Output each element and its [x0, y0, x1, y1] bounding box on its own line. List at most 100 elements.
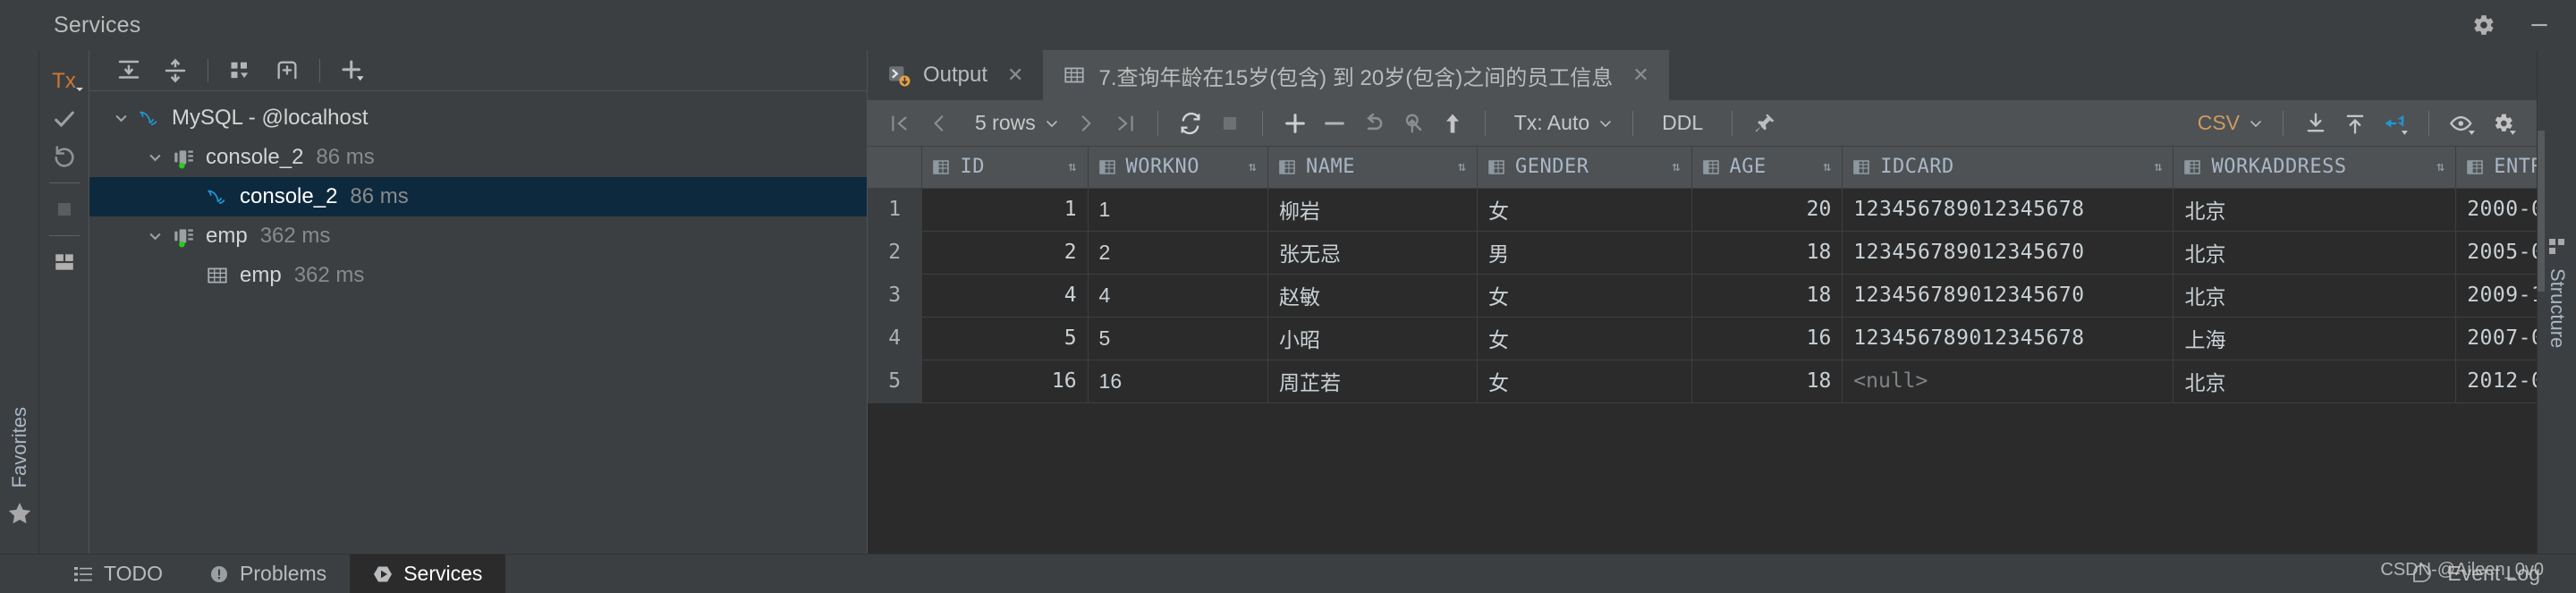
tx-dropdown-button[interactable]: Tx — [43, 63, 86, 100]
eye-icon[interactable] — [2442, 104, 2483, 143]
sort-arrows-icon[interactable]: ⇅ — [2154, 160, 2162, 174]
upload-arrow-icon[interactable] — [1433, 104, 1472, 143]
cell-age[interactable]: 18 — [1691, 360, 1843, 403]
column-header-gender[interactable]: GENDER ⇅ — [1477, 147, 1692, 189]
cell-workaddress[interactable]: 北京 — [2173, 360, 2457, 403]
column-header-workaddress[interactable]: WORKADDRESS ⇅ — [2173, 147, 2457, 189]
cell-entrydate[interactable]: 2000-01-01 — [2455, 188, 2537, 232]
layout-button[interactable] — [43, 243, 86, 281]
table-row[interactable]: 4 5 5 小昭 女 16 123456789012345678 上海 2007… — [868, 317, 2537, 360]
rollback-button[interactable] — [43, 138, 86, 175]
tree-item-emp-group[interactable]: emp 362 ms — [89, 216, 867, 256]
cell-id[interactable]: 16 — [921, 360, 1089, 403]
cell-workno[interactable]: 2 — [1088, 231, 1268, 275]
download-to-line-icon[interactable] — [2296, 104, 2335, 143]
cell-id[interactable]: 1 — [921, 188, 1089, 232]
cell-age[interactable]: 16 — [1691, 317, 1843, 360]
status-item-problems[interactable]: Problems — [186, 555, 350, 593]
cell-idcard[interactable]: 123456789012345678 — [1842, 188, 2174, 232]
cell-workno[interactable]: 1 — [1088, 188, 1268, 232]
cell-idcard[interactable]: 123456789012345678 — [1842, 317, 2174, 360]
sidebar-item-favorites[interactable]: Favorites — [0, 407, 39, 527]
cell-gender[interactable]: 女 — [1477, 360, 1692, 403]
cell-idcard[interactable]: 123456789012345670 — [1842, 274, 2174, 318]
tree-item-emp-result[interactable]: emp 362 ms — [89, 256, 867, 295]
gear-icon[interactable] — [2472, 13, 2496, 37]
column-header-id[interactable]: ID ⇅ — [921, 147, 1089, 189]
cell-workno[interactable]: 4 — [1088, 274, 1268, 318]
cell-entrydate[interactable]: 2007-07-01 — [2455, 317, 2537, 360]
result-grid-wrapper[interactable]: ID ⇅ WORKNO ⇅ NAME ⇅ GENDER ⇅ AGE ⇅ IDCA… — [868, 147, 2537, 554]
services-tree[interactable]: MySQL - @localhost console_2 86 ms conso… — [89, 91, 867, 554]
cell-idcard[interactable]: 123456789012345670 — [1842, 231, 2174, 275]
expand-all-icon[interactable] — [106, 52, 152, 89]
cell-name[interactable]: 小昭 — [1267, 317, 1479, 360]
chevron-down-icon[interactable] — [141, 228, 168, 245]
rows-count-dropdown[interactable]: 5 rows — [959, 104, 1066, 143]
chevron-right-icon[interactable] — [1066, 104, 1106, 143]
blue-arrows-icon[interactable] — [2375, 104, 2416, 143]
stop-square-icon[interactable] — [1210, 104, 1250, 143]
sort-arrows-icon[interactable]: ⇅ — [2436, 160, 2445, 174]
plus-icon[interactable] — [1275, 104, 1315, 143]
minimize-icon[interactable] — [2528, 13, 2551, 37]
tree-item-console-2-result[interactable]: console_2 86 ms — [89, 177, 867, 216]
new-tab-icon[interactable] — [264, 52, 310, 89]
table-row[interactable]: 1 1 1 柳岩 女 20 123456789012345678 北京 2000… — [868, 188, 2537, 232]
column-header-age[interactable]: AGE ⇅ — [1691, 147, 1843, 189]
revert-arrow-icon[interactable] — [1354, 104, 1394, 143]
cell-age[interactable]: 18 — [1691, 274, 1843, 318]
cell-name[interactable]: 柳岩 — [1267, 188, 1479, 232]
collapse-all-icon[interactable] — [152, 52, 199, 89]
upload-from-line-icon[interactable] — [2335, 104, 2375, 143]
add-plus-icon[interactable] — [329, 52, 376, 89]
panel-scrollbar[interactable] — [2538, 131, 2545, 292]
tx-auto-dropdown[interactable]: Tx: Auto — [1498, 104, 1620, 143]
table-row[interactable]: 2 2 2 张无忌 男 18 123456789012345670 北京 200… — [868, 231, 2537, 275]
group-by-icon[interactable] — [217, 52, 264, 89]
sort-arrows-icon[interactable]: ⇅ — [1249, 160, 1257, 174]
pin-icon[interactable] — [1745, 104, 1784, 143]
cell-name[interactable]: 赵敏 — [1267, 274, 1479, 318]
cell-workaddress[interactable]: 上海 — [2173, 317, 2457, 360]
chevron-down-icon[interactable] — [141, 149, 168, 166]
event-log-button[interactable]: Event Log — [2411, 562, 2576, 586]
status-item-todo[interactable]: TODO — [50, 555, 186, 593]
cell-gender[interactable]: 女 — [1477, 274, 1692, 318]
cell-name[interactable]: 周芷若 — [1267, 360, 1479, 403]
cell-workaddress[interactable]: 北京 — [2173, 274, 2457, 318]
sort-arrows-icon[interactable]: ⇅ — [1673, 160, 1681, 174]
cell-name[interactable]: 张无忌 — [1267, 231, 1479, 275]
tab-query-result[interactable]: 7.查询年龄在15岁(包含) 到 20岁(包含)之间的员工信息 ✕ — [1043, 50, 1669, 100]
table-row[interactable]: 5 16 16 周芷若 女 18 <null> 北京 2012-06-01 — [868, 360, 2537, 403]
status-item-services[interactable]: Services — [350, 554, 506, 593]
chevron-left-icon[interactable] — [919, 104, 959, 143]
table-row[interactable]: 3 4 4 赵敏 女 18 123456789012345670 北京 2009… — [868, 274, 2537, 318]
magnifier-arrow-icon[interactable] — [1394, 104, 1433, 143]
cell-gender[interactable]: 女 — [1477, 317, 1692, 360]
sort-arrows-icon[interactable]: ⇅ — [1823, 160, 1831, 174]
cell-id[interactable]: 4 — [921, 274, 1089, 318]
refresh-icon[interactable] — [1171, 104, 1210, 143]
sort-arrows-icon[interactable]: ⇅ — [1458, 160, 1466, 174]
csv-format-dropdown[interactable]: CSV — [2182, 104, 2270, 143]
column-header-name[interactable]: NAME ⇅ — [1267, 147, 1479, 189]
cell-workaddress[interactable]: 北京 — [2173, 231, 2457, 275]
cell-age[interactable]: 20 — [1691, 188, 1843, 232]
column-header-idcard[interactable]: IDCARD ⇅ — [1842, 147, 2174, 189]
column-header-workno[interactable]: WORKNO ⇅ — [1088, 147, 1268, 189]
gear-icon[interactable] — [2483, 104, 2524, 143]
close-icon[interactable]: ✕ — [1007, 64, 1023, 87]
stop-button[interactable] — [43, 191, 86, 228]
tree-item-console-2-group[interactable]: console_2 86 ms — [89, 138, 867, 177]
minus-icon[interactable] — [1315, 104, 1354, 143]
cell-gender[interactable]: 男 — [1477, 231, 1692, 275]
cell-workaddress[interactable]: 北京 — [2173, 188, 2457, 232]
ddl-button[interactable]: DDL — [1646, 104, 1719, 143]
cell-id[interactable]: 5 — [921, 317, 1089, 360]
close-icon[interactable]: ✕ — [1632, 64, 1648, 87]
jump-to-first-icon[interactable] — [880, 104, 919, 143]
cell-entrydate[interactable]: 2012-06-01 — [2455, 360, 2537, 403]
cell-age[interactable]: 18 — [1691, 231, 1843, 275]
sort-arrows-icon[interactable]: ⇅ — [1069, 160, 1077, 174]
